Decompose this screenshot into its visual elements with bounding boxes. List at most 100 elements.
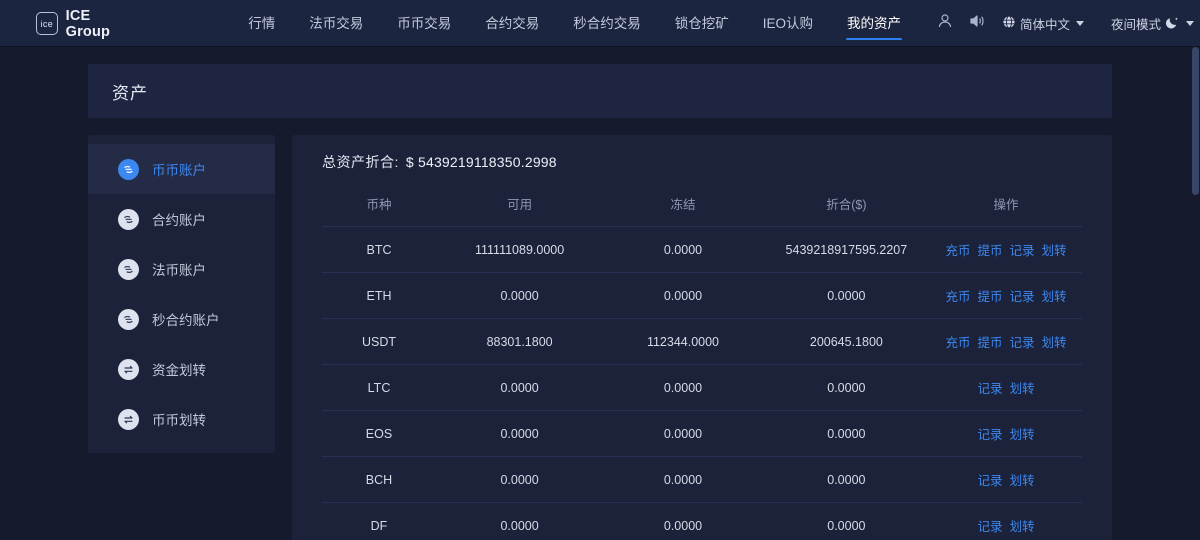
sidebar-item-fund-transfer[interactable]: 资金划转 [88, 344, 275, 394]
assets-table-body: BTC 111111089.0000 0.0000 5439218917595.… [322, 227, 1082, 540]
action-record[interactable]: 记录 [1009, 240, 1034, 259]
cell-actions: 记录 划转 [930, 457, 1082, 503]
table-row: BTC 111111089.0000 0.0000 5439218917595.… [322, 227, 1082, 273]
cell-available: 0.0000 [436, 457, 603, 503]
content-area: 币币账户 合约账户 法币账户 [88, 135, 1112, 540]
sidebar-item-coin-transfer[interactable]: 币币划转 [88, 394, 275, 444]
sidebar-item-coin-account[interactable]: 币币账户 [88, 144, 275, 194]
row-actions: 记录 划转 [930, 424, 1082, 443]
nav-item-contract-trading[interactable]: 合约交易 [468, 0, 556, 47]
cell-actions: 充币 提币 记录 划转 [930, 319, 1082, 365]
globe-icon [1002, 15, 1016, 32]
cell-available: 0.0000 [436, 273, 603, 319]
coin-account-icon [118, 209, 139, 230]
cell-frozen: 0.0000 [603, 503, 763, 540]
cell-coin: ETH [322, 273, 436, 319]
row-actions: 充币 提币 记录 划转 [930, 332, 1082, 351]
action-transfer[interactable]: 划转 [1042, 240, 1067, 259]
sidebar-item-label: 合约账户 [152, 209, 206, 229]
cell-coin: BCH [322, 457, 436, 503]
action-deposit[interactable]: 充币 [945, 240, 970, 259]
cell-available: 111111089.0000 [436, 227, 603, 273]
top-navigation-bar: ice ICE Group 行情 法币交易 币币交易 合约交易 秒合约交易 锁仓… [0, 0, 1200, 47]
nav-item-markets[interactable]: 行情 [231, 0, 292, 47]
action-record[interactable]: 记录 [1009, 332, 1034, 351]
cell-frozen: 0.0000 [603, 411, 763, 457]
cell-frozen: 0.0000 [603, 273, 763, 319]
nav-item-locked-mining[interactable]: 锁仓挖矿 [658, 0, 746, 47]
sidebar-item-contract-account[interactable]: 合约账户 [88, 194, 275, 244]
cell-frozen: 0.0000 [603, 365, 763, 411]
column-header-converted: 折合($) [763, 183, 930, 227]
table-row: USDT 88301.1800 112344.0000 200645.1800 … [322, 319, 1082, 365]
total-assets-value: $ 5439219118350.2998 [406, 154, 557, 170]
action-transfer[interactable]: 划转 [1042, 332, 1067, 351]
nav-item-fiat-trading[interactable]: 法币交易 [292, 0, 380, 47]
ice-logo-icon: ice [36, 12, 58, 35]
action-deposit[interactable]: 充币 [945, 332, 970, 351]
user-account-button[interactable] [930, 9, 960, 39]
language-selector[interactable]: 简体中文 [996, 14, 1090, 33]
cell-actions: 记录 划转 [930, 411, 1082, 457]
cell-coin: USDT [322, 319, 436, 365]
action-deposit[interactable]: 充币 [945, 286, 970, 305]
assets-panel: 总资产折合: $ 5439219118350.2998 币种 可用 冻结 折合(… [292, 135, 1112, 540]
coin-account-icon [118, 259, 139, 280]
cell-available: 0.0000 [436, 503, 603, 540]
action-withdraw[interactable]: 提币 [977, 286, 1002, 305]
nav-item-label: 锁仓挖矿 [675, 16, 729, 31]
action-transfer[interactable]: 划转 [1009, 516, 1034, 535]
cell-frozen: 112344.0000 [603, 319, 763, 365]
coin-account-icon [118, 159, 139, 180]
cell-converted: 0.0000 [763, 273, 930, 319]
action-withdraw[interactable]: 提币 [977, 332, 1002, 351]
transfer-icon [118, 409, 139, 430]
sidebar-item-label: 币币划转 [152, 409, 206, 429]
row-actions: 充币 提币 记录 划转 [930, 286, 1082, 305]
nav-menu: 行情 法币交易 币币交易 合约交易 秒合约交易 锁仓挖矿 IEO认购 我的资产 [231, 0, 918, 47]
night-mode-selector[interactable]: 夜间模式 [1105, 14, 1200, 33]
action-transfer[interactable]: 划转 [1009, 470, 1034, 489]
nav-right-controls: 简体中文 夜间模式 [930, 9, 1200, 39]
page-header: 资产 [88, 64, 1112, 118]
cell-coin: LTC [322, 365, 436, 411]
nav-item-second-contract-trading[interactable]: 秒合约交易 [556, 0, 658, 47]
table-row: EOS 0.0000 0.0000 0.0000 记录 划转 [322, 411, 1082, 457]
action-record[interactable]: 记录 [977, 516, 1002, 535]
sound-toggle-button[interactable] [963, 9, 993, 39]
nav-item-label: 秒合约交易 [573, 16, 641, 31]
nav-item-label: 行情 [248, 16, 275, 31]
page-title: 资产 [112, 79, 148, 104]
action-record[interactable]: 记录 [977, 424, 1002, 443]
brand-logo-link[interactable]: ice ICE Group [36, 8, 134, 40]
moon-icon [1165, 15, 1180, 33]
nav-item-my-assets[interactable]: 我的资产 [830, 0, 918, 47]
sound-icon [969, 13, 986, 34]
page-container: 资产 币币账户 合约账 [0, 47, 1200, 540]
action-withdraw[interactable]: 提币 [977, 240, 1002, 259]
sidebar-item-label: 秒合约账户 [152, 309, 220, 329]
row-actions: 记录 划转 [930, 378, 1082, 397]
sidebar-item-fiat-account[interactable]: 法币账户 [88, 244, 275, 294]
nav-item-coin-trading[interactable]: 币币交易 [380, 0, 468, 47]
table-row: LTC 0.0000 0.0000 0.0000 记录 划转 [322, 365, 1082, 411]
cell-available: 0.0000 [436, 411, 603, 457]
total-assets-label: 总资产折合: [322, 152, 399, 172]
table-header-row: 币种 可用 冻结 折合($) 操作 [322, 183, 1082, 227]
action-record[interactable]: 记录 [977, 470, 1002, 489]
column-header-actions: 操作 [930, 183, 1082, 227]
scrollbar-thumb[interactable] [1192, 47, 1199, 195]
page-scrollbar[interactable] [1191, 47, 1200, 540]
total-assets-row: 总资产折合: $ 5439219118350.2998 [322, 135, 1082, 183]
action-transfer[interactable]: 划转 [1009, 378, 1034, 397]
nav-item-ieo-subscription[interactable]: IEO认购 [746, 0, 830, 47]
assets-table-header: 币种 可用 冻结 折合($) 操作 [322, 183, 1082, 227]
action-transfer[interactable]: 划转 [1042, 286, 1067, 305]
cell-frozen: 0.0000 [603, 457, 763, 503]
nav-item-label: 我的资产 [847, 16, 901, 31]
action-record[interactable]: 记录 [977, 378, 1002, 397]
action-transfer[interactable]: 划转 [1009, 424, 1034, 443]
table-row: DF 0.0000 0.0000 0.0000 记录 划转 [322, 503, 1082, 540]
action-record[interactable]: 记录 [1009, 286, 1034, 305]
sidebar-item-second-contract-account[interactable]: 秒合约账户 [88, 294, 275, 344]
